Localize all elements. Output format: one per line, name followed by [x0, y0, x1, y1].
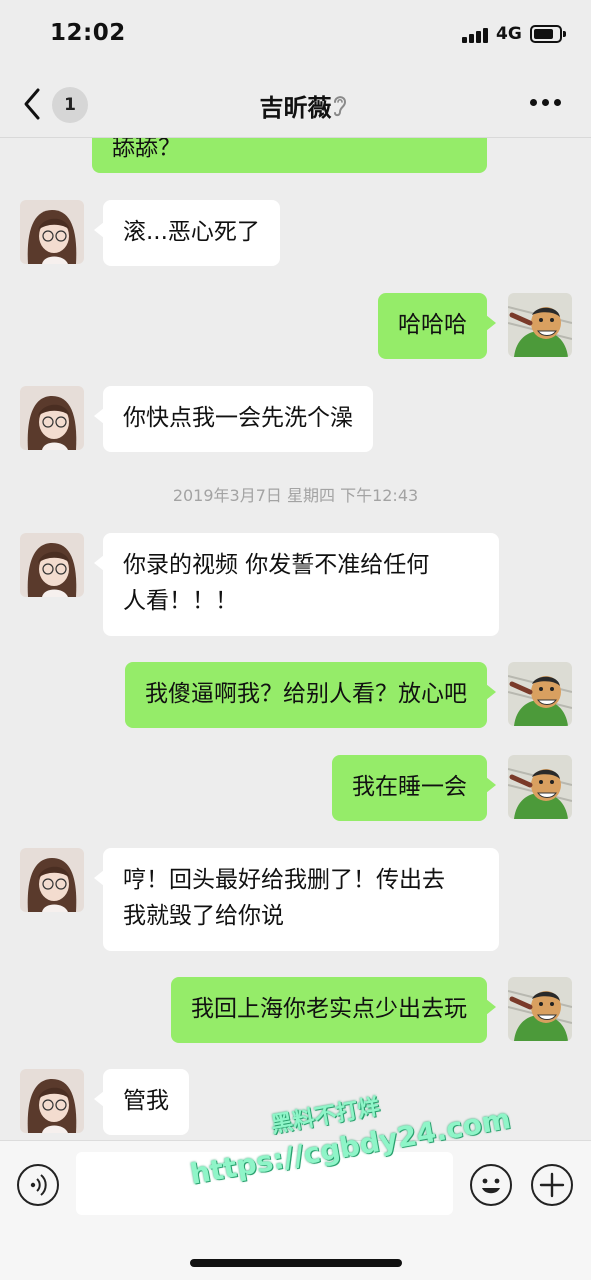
- message-text: 你快点我一会先洗个澡: [123, 405, 353, 431]
- ear-icon: [330, 92, 350, 118]
- contact-avatar[interactable]: [20, 386, 84, 450]
- voice-icon[interactable]: [17, 1164, 59, 1206]
- message-bubble-incoming[interactable]: 你录的视频 你发誓不准给任何 人看！！！: [94, 533, 499, 636]
- contact-avatar[interactable]: [20, 533, 84, 597]
- cellular-signal-icon: [462, 27, 490, 43]
- chat-header: 1 吉昕薇: [0, 70, 591, 138]
- message-text: 滚...恶心死了: [123, 219, 260, 245]
- message-text: 哼！回头最好给我删了！传出去 我就毁了给你说: [123, 867, 445, 929]
- message-bubble-outgoing[interactable]: 舔舔？: [92, 138, 487, 173]
- chat-title: 吉昕薇: [259, 94, 332, 122]
- message-text: 舔舔？: [112, 138, 181, 161]
- user-avatar[interactable]: [508, 755, 572, 819]
- status-time: 12:02: [50, 20, 126, 46]
- more-dots-icon[interactable]: [530, 99, 562, 109]
- home-indicator: [190, 1259, 402, 1267]
- message-bubble-outgoing[interactable]: 哈哈哈: [378, 293, 496, 359]
- network-type: 4G: [496, 24, 522, 44]
- plus-icon[interactable]: [531, 1164, 573, 1206]
- message-text: 你录的视频 你发誓不准给任何 人看！！！: [123, 552, 430, 614]
- message-text: 我回上海你老实点少出去玩: [191, 996, 467, 1022]
- message-bubble-incoming[interactable]: 滚...恶心死了: [94, 200, 280, 266]
- battery-icon: [530, 25, 566, 43]
- message-text: 哈哈哈: [398, 312, 467, 338]
- message-list[interactable]: 舔舔？ 滚...恶心死了 哈哈哈 你快点我一会先洗个澡 2019年3月7日 星期…: [0, 138, 591, 1140]
- contact-avatar[interactable]: [20, 1069, 84, 1133]
- message-bubble-outgoing[interactable]: 我回上海你老实点少出去玩: [171, 977, 496, 1043]
- emoji-icon[interactable]: [470, 1164, 512, 1206]
- message-bubble-incoming[interactable]: 管我: [94, 1069, 189, 1135]
- contact-avatar[interactable]: [20, 848, 84, 912]
- message-timestamp: 2019年3月7日 星期四 下午12:43: [172, 486, 419, 505]
- user-avatar[interactable]: [508, 293, 572, 357]
- message-bubble-outgoing[interactable]: 我傻逼啊我？给别人看？放心吧: [125, 662, 496, 728]
- message-bubble-incoming[interactable]: 哼！回头最好给我删了！传出去 我就毁了给你说: [94, 848, 499, 951]
- message-text: 我傻逼啊我？给别人看？放心吧: [145, 681, 467, 707]
- message-bubble-outgoing[interactable]: 我在睡一会: [332, 755, 496, 821]
- message-bubble-incoming[interactable]: 你快点我一会先洗个澡: [94, 386, 373, 452]
- message-text: 管我: [123, 1088, 169, 1114]
- status-bar: 12:02 4G: [0, 0, 591, 70]
- user-avatar[interactable]: [508, 977, 572, 1041]
- user-avatar[interactable]: [508, 662, 572, 726]
- contact-avatar[interactable]: [20, 200, 84, 264]
- message-text: 我在睡一会: [352, 774, 467, 800]
